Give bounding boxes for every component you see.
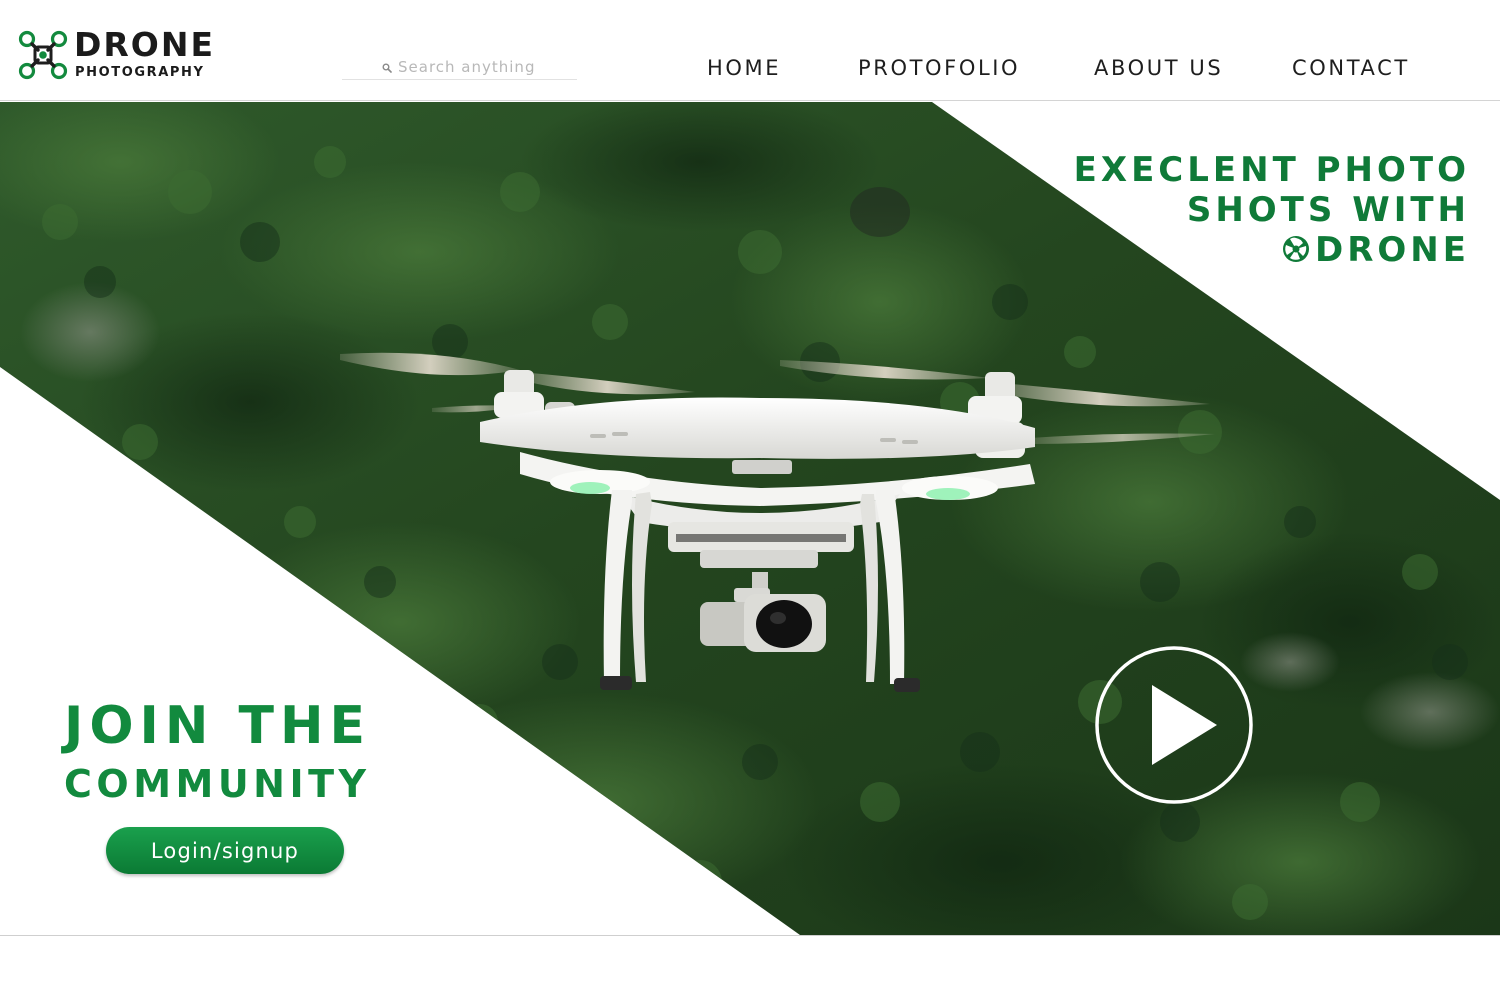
search-bar xyxy=(342,56,577,80)
brand-title: DRONE xyxy=(74,25,216,64)
drone-icon xyxy=(18,30,68,80)
brand-logo[interactable]: DRONE PHOTOGRAPHY xyxy=(18,25,228,84)
hero-tagline: EXECLENT PHOTO SHOTS WITH DRONE xyxy=(1074,150,1470,270)
tagline-line-1: EXECLENT PHOTO xyxy=(1073,150,1470,190)
hero-bottom-divider xyxy=(0,935,1500,936)
login-signup-button[interactable]: Login/signup xyxy=(106,827,344,874)
search-input[interactable] xyxy=(394,56,574,78)
join-heading-line-1: JOIN THE xyxy=(64,696,372,756)
nav-about-us[interactable]: ABOUT US xyxy=(1094,55,1223,81)
tagline-drone-word: DRONE xyxy=(1315,230,1470,270)
join-heading-line-2: COMMUNITY xyxy=(64,762,371,806)
play-icon[interactable] xyxy=(1094,645,1254,805)
search-icon xyxy=(382,63,392,73)
hero-banner: EXECLENT PHOTO SHOTS WITH DRONE JOIN THE… xyxy=(0,102,1500,935)
nav-portfolio[interactable]: PROTOFOLIO xyxy=(858,55,1020,81)
site-header: DRONE PHOTOGRAPHY HOME PROTOFOLIO ABOUT … xyxy=(0,0,1500,101)
brand-subtitle: PHOTOGRAPHY xyxy=(75,65,205,80)
aperture-icon xyxy=(1283,236,1309,262)
nav-home[interactable]: HOME xyxy=(707,55,781,81)
nav-contact[interactable]: CONTACT xyxy=(1292,55,1410,81)
tagline-line-3: DRONE xyxy=(1074,230,1470,270)
tagline-line-2: SHOTS WITH xyxy=(1186,190,1470,230)
